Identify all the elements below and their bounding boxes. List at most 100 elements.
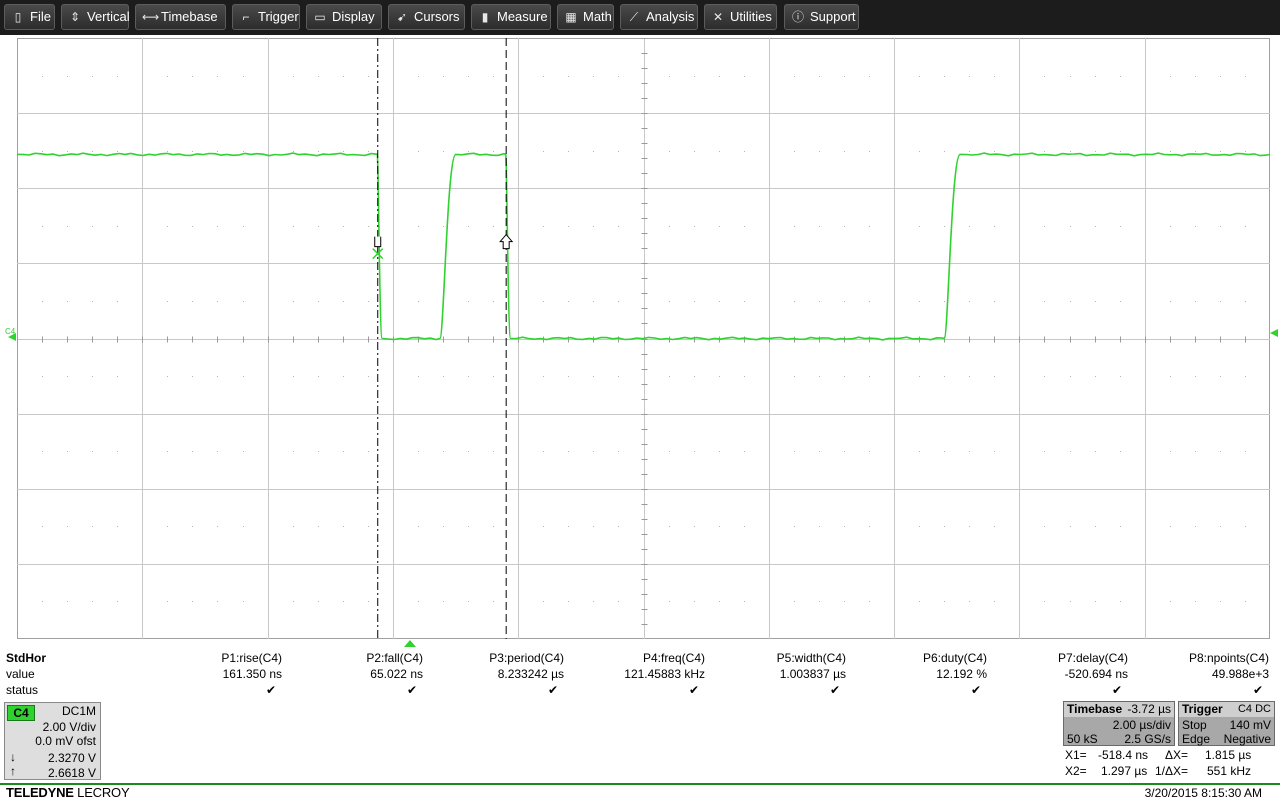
grid-dot <box>418 76 419 77</box>
grid-dot <box>694 301 695 302</box>
measure-name-p5[interactable]: P5:width(C4) <box>706 651 846 665</box>
grid-dot <box>468 301 469 302</box>
grid-dot <box>1044 301 1045 302</box>
menu-label: Display <box>332 9 375 24</box>
grid-dot <box>819 301 820 302</box>
channel-c4-panel[interactable]: C4 DC1M 2.00 V/div 0.0 mV ofst ↓ 2.3270 … <box>4 702 101 780</box>
channel-offset-marker-icon[interactable] <box>8 333 18 341</box>
grid-dot <box>418 451 419 452</box>
grid-dot <box>869 226 870 227</box>
grid-dot <box>944 76 945 77</box>
grid-dot <box>869 76 870 77</box>
measure-name-p2[interactable]: P2:fall(C4) <box>283 651 423 665</box>
grid-dot <box>844 376 845 377</box>
row-label-value: value <box>6 667 35 681</box>
measure-name-p7[interactable]: P7:delay(C4) <box>988 651 1128 665</box>
menu-analysis-button[interactable]: ⟋ Analysis <box>620 4 698 30</box>
grid-dot <box>969 76 970 77</box>
menu-measure-button[interactable]: ▮ Measure <box>471 4 551 30</box>
grid-dot <box>669 376 670 377</box>
cursor-x1-value: -518.4 ns <box>1098 748 1149 762</box>
measure-name-p3[interactable]: P3:period(C4) <box>424 651 564 665</box>
grid-dot <box>618 76 619 77</box>
channel-c4-tag[interactable]: C4 <box>7 705 35 721</box>
grid-dot <box>994 151 995 152</box>
grid-dot <box>1070 76 1071 77</box>
grid-dot <box>1044 451 1045 452</box>
grid-dot <box>217 526 218 527</box>
menu-support-button[interactable]: ⓘ Support <box>784 4 859 30</box>
trigger-panel[interactable]: Trigger C4 DC Stop 140 mV Edge Negative <box>1178 701 1275 746</box>
grid-dot <box>217 451 218 452</box>
grid-dot <box>844 601 845 602</box>
grid-dot <box>468 376 469 377</box>
grid-dot <box>1220 76 1221 77</box>
grid-dot <box>919 76 920 77</box>
grid-dot <box>468 226 469 227</box>
trigger-source: C4 DC <box>1237 703 1271 715</box>
menu-display-button[interactable]: ▭ Display <box>306 4 382 30</box>
grid-dot <box>593 376 594 377</box>
grid-dot <box>368 76 369 77</box>
grid-dot <box>42 601 43 602</box>
waveform-grid[interactable] <box>17 38 1270 639</box>
grid-dot <box>969 526 970 527</box>
c4-volts-per-div: 2.00 V/div <box>42 720 96 734</box>
grid-dot <box>167 151 168 152</box>
grid-dot <box>167 226 168 227</box>
grid-dot <box>192 451 193 452</box>
grid-dot <box>1095 451 1096 452</box>
measure-name-p8[interactable]: P8:npoints(C4) <box>1129 651 1269 665</box>
grid-dot <box>794 376 795 377</box>
grid-dot <box>243 526 244 527</box>
grid-dot <box>618 376 619 377</box>
measure-name-p1[interactable]: P1:rise(C4) <box>142 651 282 665</box>
menu-math-button[interactable]: ▦ Math <box>557 4 614 30</box>
grid-dot <box>1070 526 1071 527</box>
grid-dot <box>1120 376 1121 377</box>
grid-dot <box>243 376 244 377</box>
grid-dot <box>318 151 319 152</box>
file-icon: ▯ <box>14 10 22 24</box>
grid-dot <box>543 376 544 377</box>
measure-name-p4[interactable]: P4:freq(C4) <box>565 651 705 665</box>
grid-dot <box>468 601 469 602</box>
grid-dot <box>719 376 720 377</box>
menu-bar: ▯ File ⇕ Vertical ⟷ Timebase ⌐ Trigger ▭ Display ➹… <box>0 0 1280 35</box>
grid-dot <box>969 226 970 227</box>
timebase-title: Timebase <box>1067 702 1123 716</box>
grid-dot <box>844 301 845 302</box>
menu-vertical-button[interactable]: ⇕ Vertical <box>61 4 130 30</box>
grid-dot <box>368 226 369 227</box>
grid-dot <box>819 451 820 452</box>
grid-dot <box>293 601 294 602</box>
grid-dot <box>468 526 469 527</box>
cursor-inverse-dx-label: 1/ΔX= <box>1155 764 1189 778</box>
grid-dot <box>744 151 745 152</box>
c4-offset: 0.0 mV ofst <box>35 734 96 748</box>
timebase-panel[interactable]: Timebase -3.72 µs 2.00 µs/div 50 kS 2.5 … <box>1063 701 1175 746</box>
grid-dot <box>1120 226 1121 227</box>
measure-name-p6[interactable]: P6:duty(C4) <box>847 651 987 665</box>
grid-dot <box>343 376 344 377</box>
menu-timebase-button[interactable]: ⟷ Timebase <box>135 4 226 30</box>
menu-file-button[interactable]: ▯ File <box>4 4 55 30</box>
trigger-level-marker-icon[interactable] <box>1270 329 1280 337</box>
measure-value-p7: -520.694 ns <box>1064 667 1128 681</box>
measure-status-p7: ✔ <box>1111 683 1122 697</box>
grid-dot <box>994 601 995 602</box>
grid-dot <box>1220 376 1221 377</box>
trigger-edge-icon: ⌐ <box>242 10 250 24</box>
grid-dot <box>944 601 945 602</box>
menu-cursors-button[interactable]: ➹ Cursors <box>388 4 465 30</box>
menu-label: Vertical <box>87 9 130 24</box>
trigger-position-marker-icon[interactable] <box>404 640 416 648</box>
grid-dot <box>1120 151 1121 152</box>
grid-dot <box>744 76 745 77</box>
grid-dot <box>593 601 594 602</box>
grid-dot <box>92 301 93 302</box>
menu-utilities-button[interactable]: ✕ Utilities <box>704 4 777 30</box>
menu-trigger-button[interactable]: ⌐ Trigger <box>232 4 300 30</box>
grid-dot <box>1120 76 1121 77</box>
grid-dot <box>493 226 494 227</box>
